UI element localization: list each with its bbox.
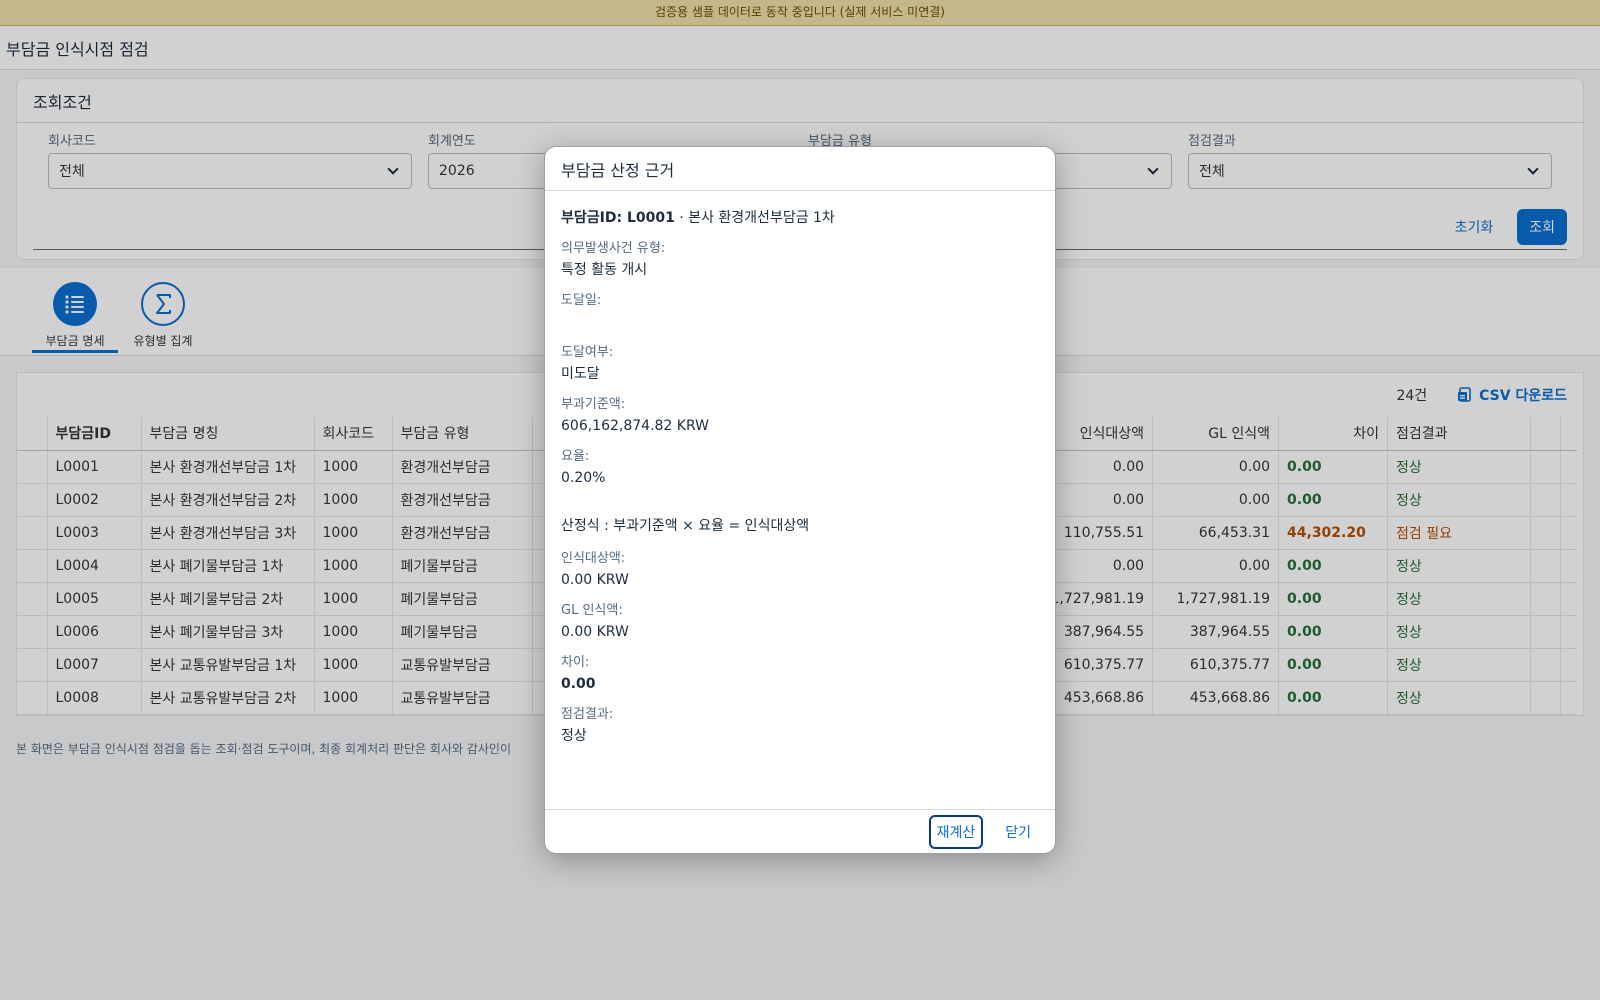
dialog-title: 부담금 산정 근거	[545, 147, 1055, 191]
result-gl-amount: GL 인식액: 0.00 KRW	[561, 601, 1039, 643]
field-value: 정상	[561, 728, 587, 744]
formula-label: 산정식 :	[561, 518, 609, 534]
field-key: 도달일:	[561, 293, 602, 308]
levy-name: 본사 환경개선부담금 1차	[688, 210, 835, 226]
result-check: 점검결과: 정상	[561, 705, 1039, 747]
field-value	[561, 311, 1039, 333]
field-key: 의무발생사건 유형:	[561, 241, 666, 256]
field-value: 특정 활동 개시	[561, 262, 648, 278]
field-value: 0.00	[561, 676, 596, 692]
field-value: 0.00 KRW	[561, 572, 629, 588]
recalculate-button[interactable]: 재계산	[928, 814, 984, 849]
field-key: 도달여부:	[561, 345, 614, 360]
field-key: 차이:	[561, 655, 590, 670]
field-value: 606,162,874.82 KRW	[561, 418, 709, 434]
result-target-amount: 인식대상액: 0.00 KRW	[561, 549, 1039, 591]
field-key: 요율:	[561, 449, 590, 464]
dialog-body: 부담금ID: L0001 · 본사 환경개선부담금 1차 의무발생사건 유형: …	[545, 191, 1055, 747]
field-value: 0.00 KRW	[561, 624, 629, 640]
dialog-footer: 재계산 닫기	[545, 809, 1055, 853]
detail-reach-date: 도달일:	[561, 291, 1039, 333]
formula-text: 부과기준액 × 요율 = 인식대상액	[613, 518, 810, 534]
field-value: 미도달	[561, 366, 600, 382]
field-key: GL 인식액:	[561, 603, 623, 618]
detail-base-amount: 부과기준액: 606,162,874.82 KRW	[561, 395, 1039, 437]
field-value: 0.20%	[561, 470, 606, 486]
field-key: 부과기준액:	[561, 397, 626, 412]
calculation-basis-dialog: 부담금 산정 근거 부담금ID: L0001 · 본사 환경개선부담금 1차 의…	[544, 146, 1056, 854]
detail-event-type: 의무발생사건 유형: 특정 활동 개시	[561, 239, 1039, 281]
separator: ·	[674, 210, 689, 226]
detail-rate: 요율: 0.20%	[561, 447, 1039, 489]
field-key: 점검결과:	[561, 707, 614, 722]
levy-id: 부담금ID: L0001	[561, 210, 675, 226]
close-button[interactable]: 닫기	[997, 816, 1039, 848]
result-difference: 차이: 0.00	[561, 653, 1039, 695]
detail-reach-status: 도달여부: 미도달	[561, 343, 1039, 385]
formula-line: 산정식 : 부과기준액 × 요율 = 인식대상액	[561, 515, 1039, 535]
field-key: 인식대상액:	[561, 551, 626, 566]
dialog-subtitle: 부담금ID: L0001 · 본사 환경개선부담금 1차	[561, 207, 1039, 227]
